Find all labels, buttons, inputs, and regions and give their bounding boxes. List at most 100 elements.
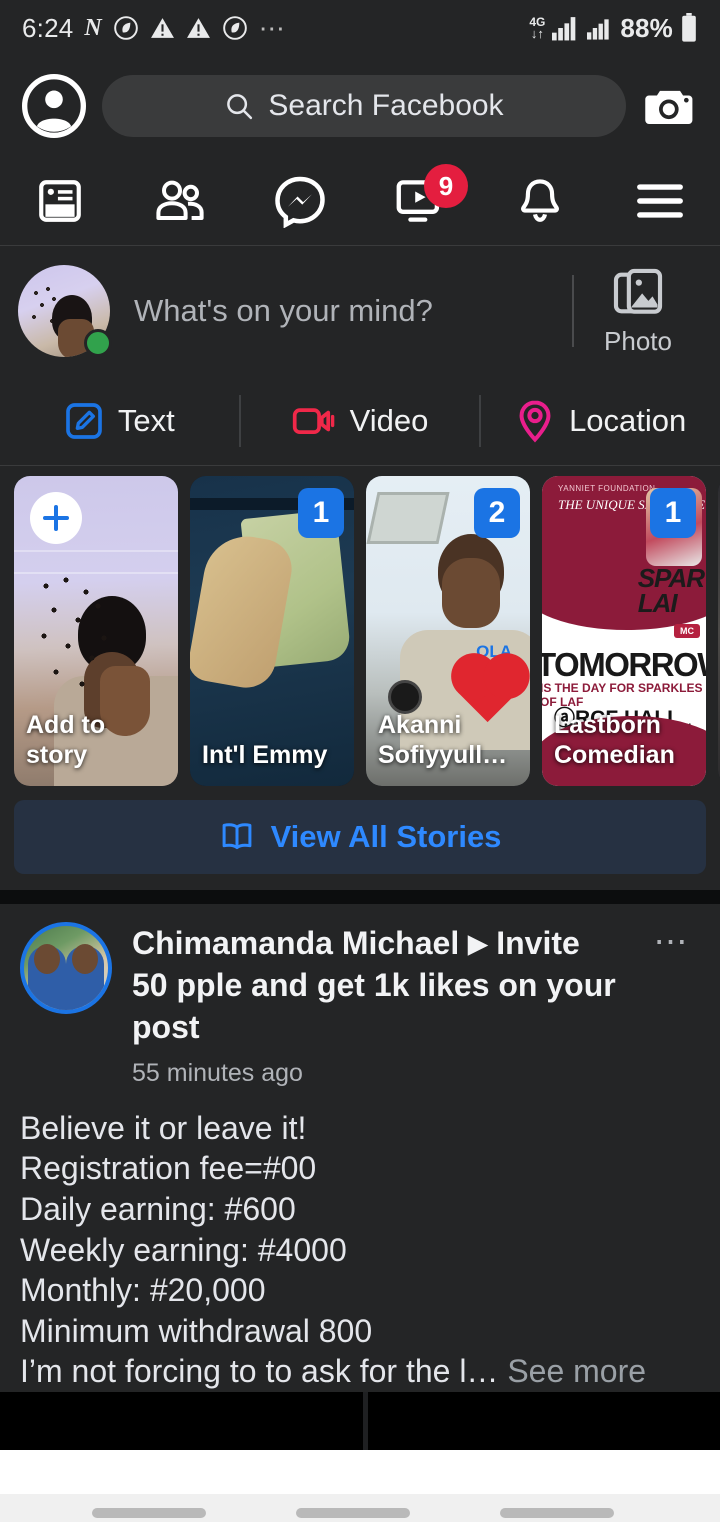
post-media-attachment[interactable] — [0, 1392, 720, 1450]
post-body-line: Monthly: #20,000 — [20, 1270, 700, 1311]
signal-bars-icon — [587, 15, 613, 41]
action-location[interactable]: Location — [481, 399, 720, 443]
post-body-last-line: I’m not forcing to to ask for the l… See… — [20, 1351, 700, 1392]
post-header-text: Chimamanda Michael ▶ Invite 50 pple and … — [132, 922, 624, 1088]
composer-photo-button[interactable]: Photo — [574, 266, 702, 357]
photo-label: Photo — [604, 326, 672, 357]
post-body-line: Believe it or leave it! — [20, 1108, 700, 1149]
app-header: Search Facebook — [0, 56, 720, 156]
main-tab-bar: 9 — [0, 156, 720, 246]
white-content-strip — [0, 1450, 720, 1494]
story-title: Add to story — [26, 711, 170, 770]
news-feed-icon — [35, 176, 85, 226]
post-arrow-icon: ▶ — [468, 930, 487, 958]
system-navigation-bar — [0, 1494, 720, 1522]
network-type-icon: 4G ↓↑ — [529, 16, 545, 40]
hamburger-menu-icon — [635, 181, 685, 221]
post-body-line: Minimum withdrawal 800 — [20, 1311, 700, 1352]
story-unread-badge: 2 — [474, 488, 520, 538]
video-camera-icon — [292, 402, 336, 440]
tab-news-feed[interactable] — [0, 156, 120, 245]
action-location-label: Location — [569, 403, 686, 439]
swirl-icon — [222, 15, 248, 41]
story-title: Lastborn Comedian — [554, 711, 698, 770]
post-body-line: Weekly earning: #4000 — [20, 1230, 700, 1271]
search-placeholder: Search Facebook — [268, 89, 503, 123]
search-icon — [224, 91, 254, 121]
tab-menu[interactable] — [600, 156, 720, 245]
netflix-n-icon: N — [84, 15, 101, 42]
action-text-label: Text — [118, 403, 175, 439]
post-body-truncated-text: I’m not forcing to to ask for the l… — [20, 1353, 498, 1389]
action-text[interactable]: Text — [0, 401, 239, 441]
poster-tomorrow-text: TOMORROW — [542, 646, 706, 684]
action-video-label: Video — [350, 403, 429, 439]
composer-action-row: Text Video Location — [0, 376, 720, 466]
messenger-icon — [273, 174, 327, 228]
story-card-intl-emmy[interactable]: 1 Int'l Emmy — [190, 476, 354, 786]
story-title: Int'l Emmy — [202, 741, 346, 771]
post-header: Chimamanda Michael ▶ Invite 50 pple and … — [20, 922, 700, 1088]
tab-notifications[interactable] — [480, 156, 600, 245]
friends-icon — [154, 175, 206, 227]
post-body-line: Registration fee=#00 — [20, 1148, 700, 1189]
back-pill[interactable] — [500, 1508, 614, 1518]
status-time: 6:24 — [22, 13, 73, 44]
signal-bars-icon — [552, 15, 580, 41]
online-status-indicator — [84, 329, 112, 357]
dispersion-effect — [38, 576, 116, 696]
location-pin-icon — [515, 399, 555, 443]
stories-carousel[interactable]: Add to story 1 Int'l Emmy OLA 2 Akanni S… — [0, 476, 720, 786]
tab-watch[interactable]: 9 — [360, 156, 480, 245]
status-overflow-icon: ⋯ — [259, 23, 287, 33]
post-body: Believe it or leave it! Registration fee… — [20, 1088, 700, 1392]
post-title[interactable]: Chimamanda Michael ▶ Invite 50 pple and … — [132, 922, 624, 1049]
view-all-stories-button[interactable]: View All Stories — [14, 800, 706, 874]
network-arrows: ↓↑ — [531, 27, 544, 40]
more-options-icon[interactable]: ⋯ — [644, 922, 700, 952]
pencil-square-icon — [64, 401, 104, 441]
post-author-name[interactable]: Chimamanda Michael — [132, 925, 459, 961]
post-body-line: Daily earning: #600 — [20, 1189, 700, 1230]
camera-icon[interactable] — [642, 78, 698, 134]
feed-post: Chimamanda Michael ▶ Invite 50 pple and … — [0, 904, 720, 1392]
action-video[interactable]: Video — [241, 402, 480, 440]
story-unread-badge: 1 — [298, 488, 344, 538]
watch-badge-count: 9 — [424, 164, 468, 208]
tab-messenger[interactable] — [240, 156, 360, 245]
battery-icon — [680, 13, 698, 43]
post-author-avatar[interactable] — [20, 922, 112, 1014]
add-story-plus-icon[interactable] — [30, 492, 82, 544]
status-bar-left: 6:24 N ⋯ — [22, 13, 529, 44]
profile-avatar-icon[interactable] — [22, 74, 86, 138]
stories-section: Add to story 1 Int'l Emmy OLA 2 Akanni S… — [0, 466, 720, 890]
battery-percent: 88% — [620, 13, 673, 44]
post-composer: What's on your mind? Photo — [0, 246, 720, 376]
story-unread-badge: 1 — [650, 488, 696, 538]
swirl-icon — [113, 15, 139, 41]
status-bar-right: 4G ↓↑ 88% — [529, 13, 698, 44]
warning-icon — [186, 16, 211, 41]
see-more-link[interactable]: See more — [507, 1353, 646, 1389]
warning-icon — [150, 16, 175, 41]
post-timestamp: 55 minutes ago — [132, 1059, 624, 1088]
tab-friends[interactable] — [120, 156, 240, 245]
story-card-add-to-story[interactable]: Add to story — [14, 476, 178, 786]
view-all-stories-wrap: View All Stories — [0, 786, 720, 890]
story-card-lastborn-comedian[interactable]: YANNIET FOUNDATION THE UNIQUE SHOW LIVE … — [542, 476, 706, 786]
media-split-divider — [363, 1392, 368, 1450]
photo-stack-icon — [611, 266, 665, 320]
search-input[interactable]: Search Facebook — [102, 75, 626, 137]
composer-placeholder[interactable]: What's on your mind? — [110, 293, 572, 329]
home-pill[interactable] — [296, 1508, 410, 1518]
open-book-icon — [219, 819, 255, 855]
recents-pill[interactable] — [92, 1508, 206, 1518]
section-divider — [0, 890, 720, 904]
poster-mc-text: MC — [674, 624, 700, 638]
status-bar: 6:24 N ⋯ 4G ↓↑ — [0, 0, 720, 56]
composer-avatar[interactable] — [18, 265, 110, 357]
poster-spark-text: SPAR LAI — [638, 566, 704, 615]
story-card-akanni-sofiyyull[interactable]: OLA 2 Akanni Sofiyyull… — [366, 476, 530, 786]
view-all-stories-label: View All Stories — [271, 819, 502, 855]
poster-foundation-text: YANNIET FOUNDATION — [558, 484, 655, 493]
